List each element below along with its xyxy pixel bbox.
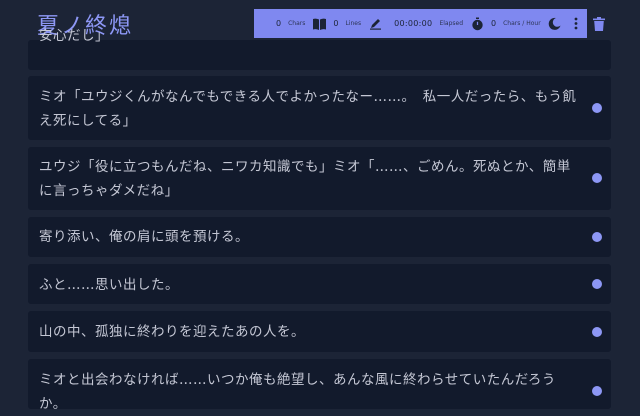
line-text: 寄り添い、俺の肩に頭を預ける。 (39, 229, 249, 245)
line-text: ミオ「ユウジくんがなんでもできる人でよかったなー……。 私一人だったら、もう飢え… (39, 89, 577, 129)
status-dot[interactable] (592, 386, 602, 396)
list-item[interactable]: 寄り添い、俺の肩に頭を預ける。 (28, 217, 611, 257)
status-dot[interactable] (592, 279, 602, 289)
line-text: ユウジ「役に立つもんだね、ニワカ知識でも」ミオ「……、ごめん。死ぬとか、簡単に言… (39, 159, 571, 199)
list-item[interactable]: ユウジ「役に立つもんだね、ニワカ知識でも」ミオ「……、ごめん。死ぬとか、簡単に言… (28, 147, 611, 210)
line-text: 山の中、孤独に終わりを迎えたあの人を。 (39, 324, 305, 340)
list-item[interactable]: ふと……思い出した。 (28, 264, 611, 304)
list-item[interactable]: 安心だし」 (28, 28, 611, 70)
trash-icon[interactable] (593, 16, 605, 31)
line-text: ふと……思い出した。 (39, 277, 179, 293)
list-item[interactable]: ミオと出会わなければ……いつか俺も絶望し、あんな風に終わらせていたんだろうか。 (28, 359, 611, 412)
list-item[interactable]: ミオ「ユウジくんがなんでもできる人でよかったなー……。 私一人だったら、もう飢え… (28, 76, 611, 140)
status-dot[interactable] (592, 173, 602, 183)
line-text: 安心だし」 (39, 28, 109, 44)
line-text: ミオと出会わなければ……いつか俺も絶望し、あんな風に終わらせていたんだろうか。 (39, 372, 556, 412)
status-dot[interactable] (592, 327, 602, 337)
list-item[interactable]: 山の中、孤独に終わりを迎えたあの人を。 (28, 311, 611, 352)
status-dot[interactable] (592, 232, 602, 242)
status-dot[interactable] (592, 103, 602, 113)
